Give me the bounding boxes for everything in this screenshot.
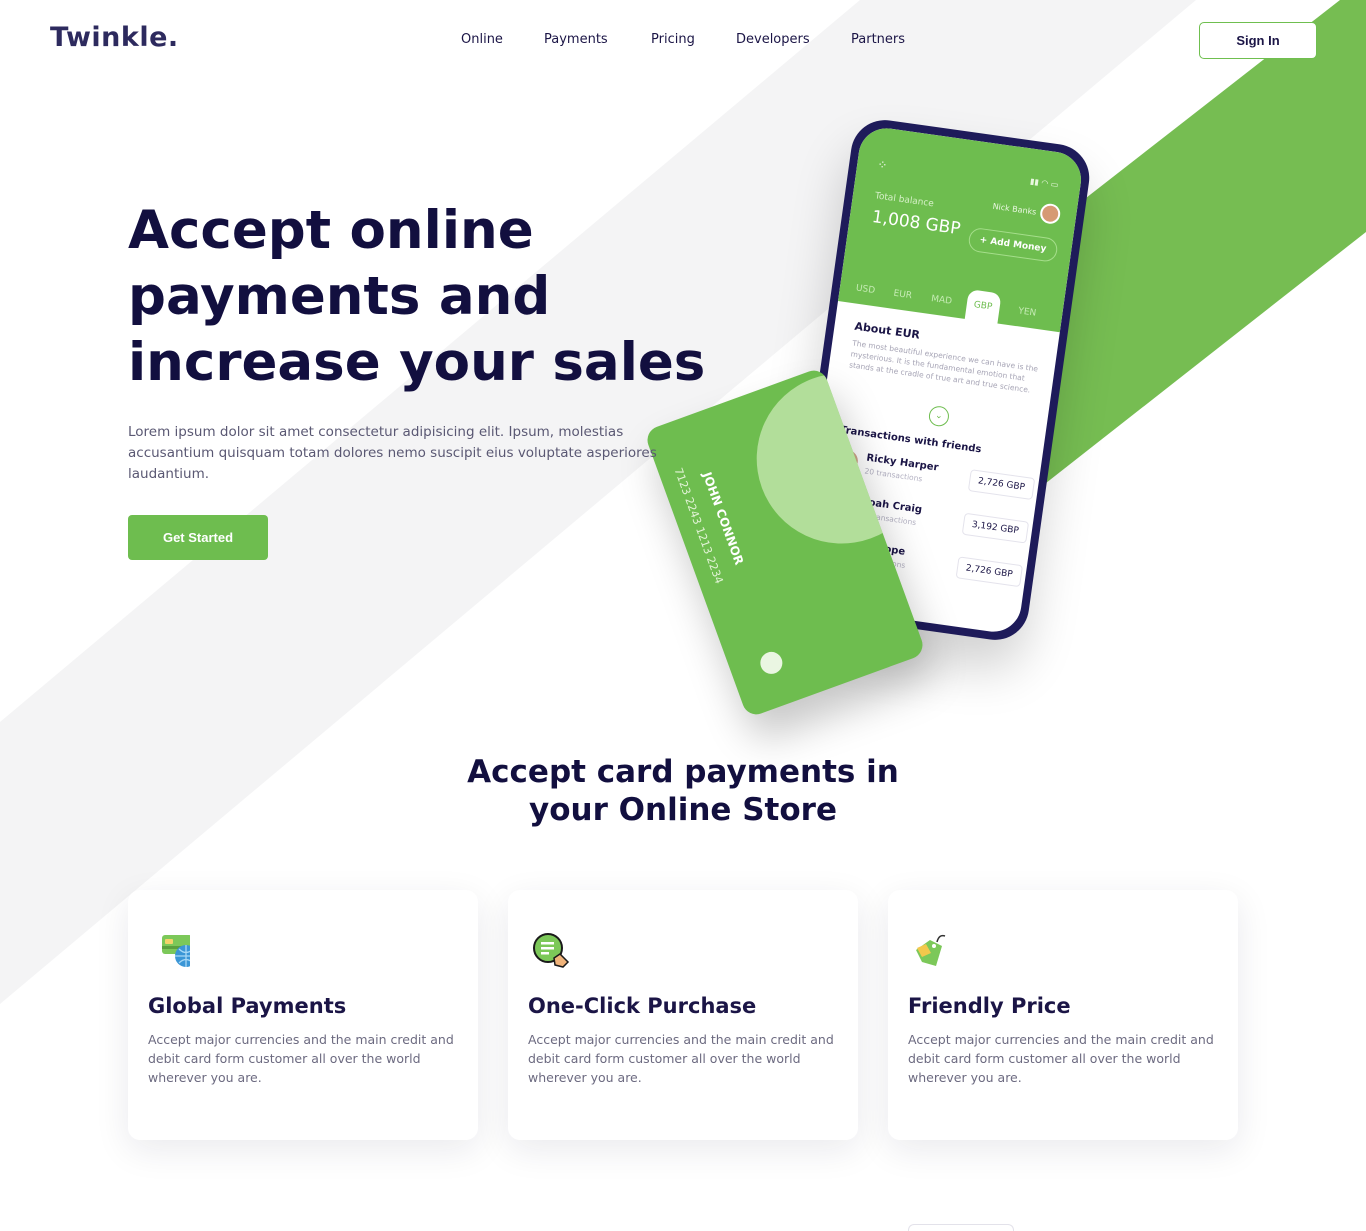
nav-online[interactable]: Online	[461, 32, 503, 47]
feature-text: Accept major currencies and the main cre…	[908, 1032, 1214, 1085]
nav-pricing[interactable]: Pricing	[651, 32, 695, 47]
hero-title-line: increase your sales	[128, 332, 706, 393]
hero-title: Accept online payments and increase your…	[128, 198, 728, 396]
features-title-line: Accept card payments in	[467, 754, 899, 790]
nav-payments[interactable]: Payments	[544, 32, 608, 47]
price-tag-icon	[916, 934, 946, 966]
feature-title: Friendly Price	[908, 994, 1071, 1018]
brand-logo[interactable]: Twinkle.	[50, 22, 179, 53]
nav-developers[interactable]: Developers	[736, 32, 810, 47]
features-title-line: your Online Store	[529, 792, 837, 828]
menu-grid-icon: ⁘	[876, 157, 889, 173]
sign-in-button[interactable]: Sign In	[1199, 22, 1317, 59]
tab-eur: EUR	[892, 288, 913, 302]
friend-amount: 2,726 GBP	[955, 556, 1024, 588]
get-started-button[interactable]: Get Started	[128, 515, 268, 560]
next-section-fragment	[908, 1224, 1014, 1231]
tab-usd: USD	[855, 283, 876, 297]
about-text: The most beautiful experience we can hav…	[848, 338, 1039, 395]
tab-mad: MAD	[930, 294, 953, 307]
hero-description: Lorem ipsum dolor sit amet consectetur a…	[128, 424, 657, 482]
card-globe-icon	[162, 935, 190, 967]
hero-title-line: payments and	[128, 266, 551, 327]
click-purchase-icon	[533, 933, 570, 968]
feature-text: Accept major currencies and the main cre…	[148, 1032, 454, 1085]
feature-title: One-Click Purchase	[528, 994, 757, 1018]
feature-text: Accept major currencies and the main cre…	[528, 1032, 834, 1085]
feature-title: Global Payments	[148, 994, 347, 1018]
features-title: Accept card payments in your Online Stor…	[383, 753, 983, 829]
feature-card-one-click-purchase: One-Click Purchase Accept major currenci…	[508, 890, 858, 1140]
card-chip-icon	[757, 648, 786, 678]
friend-amount: 2,726 GBP	[967, 469, 1036, 500]
tab-gbp: GBP	[964, 289, 1002, 326]
feature-card-friendly-price: Friendly Price Accept major currencies a…	[888, 890, 1238, 1140]
hero-title-line: Accept online	[128, 200, 534, 261]
tab-yen: YEN	[1017, 306, 1037, 319]
feature-card-global-payments: Global Payments Accept major currencies …	[128, 890, 478, 1140]
chevron-down-icon: ⌄	[927, 404, 951, 428]
friend-amount: 3,192 GBP	[961, 512, 1030, 544]
nav-partners[interactable]: Partners	[851, 32, 905, 47]
